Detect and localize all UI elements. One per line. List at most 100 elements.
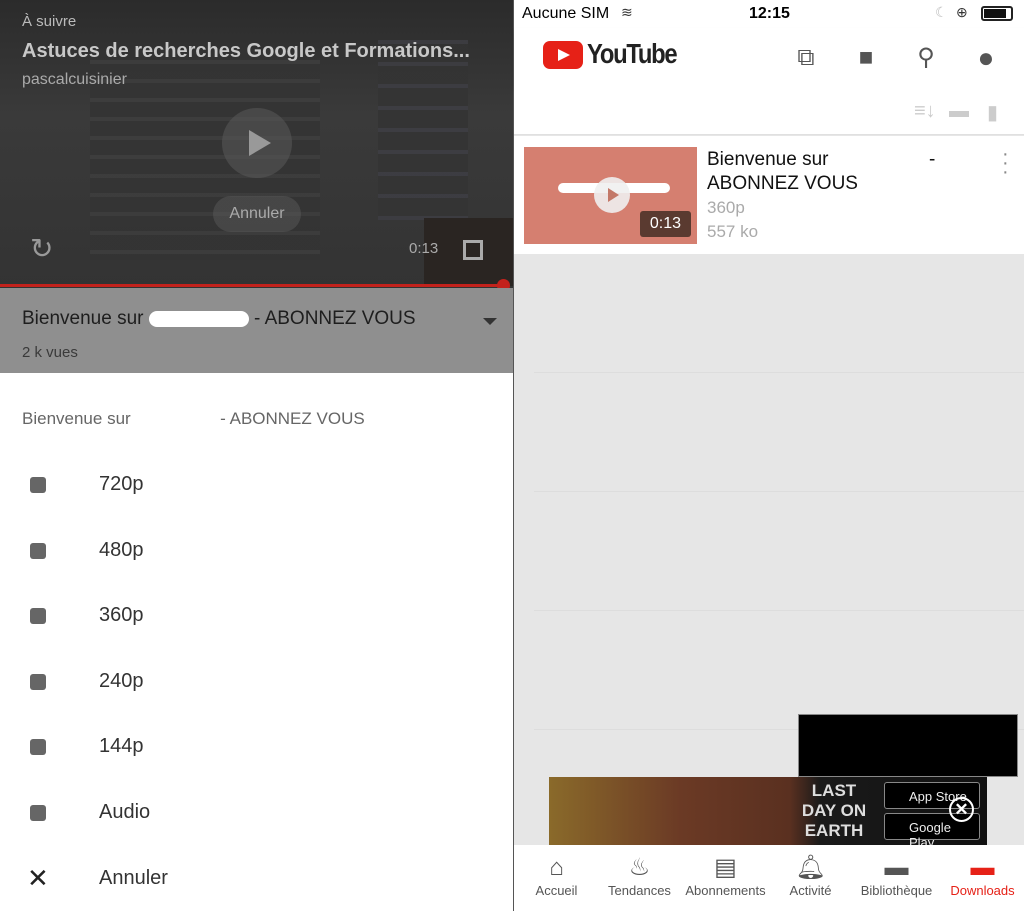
option-audio[interactable]: Audio	[0, 787, 513, 837]
download-quality-sheet: Bienvenue sur - ABONNEZ VOUS 720p 480p 3…	[0, 373, 513, 911]
downloads-toolbar: ≡↓ ▬ ▮	[514, 88, 1024, 135]
video-title-suffix: - ABONNEZ VOUS	[254, 308, 416, 329]
up-next-label: À suivre	[22, 13, 77, 30]
video-player[interactable]: À suivre Astuces de recherches Google et…	[0, 0, 513, 288]
flame-icon: ♨	[628, 854, 651, 881]
wifi-icon: ≋	[621, 4, 633, 20]
chevron-down-icon[interactable]	[483, 318, 497, 325]
option-label: 360p	[99, 604, 144, 626]
cancel-label: Annuler	[99, 867, 168, 889]
up-next-title[interactable]: Astuces de recherches Google et Formatio…	[22, 40, 470, 63]
option-240p[interactable]: 240p	[0, 656, 513, 706]
youtube-logo-text: YouTube	[587, 38, 678, 69]
subscriptions-icon: ▤	[714, 854, 737, 881]
video-info: Bienvenue sur - ABONNEZ VOUS 2 k vues	[0, 288, 513, 373]
video-player-panel: À suivre Astuces de recherches Google et…	[0, 0, 513, 911]
option-480p[interactable]: 480p	[0, 525, 513, 575]
bullet-icon	[30, 805, 46, 821]
more-vert-icon[interactable]: · · ·	[1002, 144, 1012, 182]
replay-icon[interactable]: ↻	[30, 232, 53, 265]
sheet-title: Bienvenue sur - ABONNEZ VOUS	[22, 409, 365, 429]
download-item[interactable]: 0:13 Bienvenue sur - ABONNEZ VOUS 360p 5…	[514, 136, 1024, 254]
status-bar: Aucune SIM ≋ 12:15 ☾ ⊕	[514, 0, 1024, 28]
moon-icon: ☾	[935, 4, 948, 20]
up-next-channel: pascalcuisinier	[22, 71, 127, 88]
clock: 12:15	[749, 5, 790, 22]
progress-bar[interactable]	[0, 284, 508, 287]
sheet-title-suffix: - ABONNEZ VOUS	[220, 409, 365, 428]
rotation-lock-icon: ⊕	[956, 4, 968, 20]
redaction	[135, 413, 216, 427]
battery-icon	[981, 6, 1013, 21]
nav-label: Activité	[789, 883, 832, 898]
video-frame-side	[378, 40, 468, 220]
bullet-icon	[30, 543, 46, 559]
video-camera-icon[interactable]: ■	[852, 44, 880, 72]
progress-handle[interactable]	[497, 279, 510, 288]
fullscreen-icon[interactable]	[463, 240, 483, 260]
nav-label: Tendances	[608, 883, 671, 898]
nav-activite[interactable]: 🔔︎ Activité	[768, 853, 853, 898]
bullet-icon	[30, 674, 46, 690]
nav-downloads[interactable]: ▬ Downloads	[940, 853, 1024, 898]
video-title-prefix: Bienvenue sur	[22, 308, 144, 329]
nav-bibliotheque[interactable]: ▬ Bibliothèque	[854, 853, 939, 898]
bullet-icon	[30, 477, 46, 493]
nav-label: Accueil	[535, 883, 578, 898]
nav-accueil[interactable]: ⌂ Accueil	[514, 853, 599, 898]
option-720p[interactable]: 720p	[0, 459, 513, 509]
app-header: YouTube ⧉ ■ ⚲ ●	[514, 28, 1024, 88]
item-quality: 360p	[707, 198, 745, 217]
cancel-button[interactable]: ✕ Annuler	[0, 853, 513, 903]
cast-queue-icon[interactable]: ⧉	[792, 44, 820, 72]
home-icon: ⌂	[549, 854, 564, 881]
bullet-icon	[30, 739, 46, 755]
option-144p[interactable]: 144p	[0, 721, 513, 771]
play-icon[interactable]	[222, 108, 292, 178]
option-label: 144p	[99, 735, 144, 757]
bottom-nav: ⌂ Accueil ♨ Tendances ▤ Abonnements 🔔︎ Activ…	[514, 845, 1024, 911]
search-icon[interactable]: ⚲	[912, 44, 940, 72]
sort-icon[interactable]: ≡↓	[914, 100, 936, 123]
duration-badge: 0:13	[639, 211, 691, 237]
option-360p[interactable]: 360p	[0, 590, 513, 640]
nav-tendances[interactable]: ♨ Tendances	[597, 853, 682, 898]
item-size: 557 ko	[707, 222, 759, 241]
item-title: Bienvenue sur - ABONNEZ VOUS	[707, 148, 977, 196]
view-count: 2 k vues	[22, 344, 78, 361]
video-title[interactable]: Bienvenue sur - ABONNEZ VOUS	[22, 308, 416, 330]
option-label: Audio	[99, 801, 151, 823]
account-icon[interactable]: ●	[972, 44, 1000, 72]
nav-label: Downloads	[950, 883, 1015, 898]
cancel-autoplay-button[interactable]: Annuler	[213, 196, 301, 232]
video-time: 0:13	[409, 240, 439, 257]
bullet-icon	[30, 608, 46, 624]
youtube-logo-icon[interactable]	[543, 41, 583, 69]
redacted-overlay	[798, 714, 1018, 777]
close-icon: ✕	[27, 863, 49, 893]
ad-brand: LAST DAY ON EARTH	[801, 781, 867, 840]
trash-icon[interactable]: ▮	[987, 100, 998, 125]
downloads-panel: Aucune SIM ≋ 12:15 ☾ ⊕ YouTube ⧉ ■ ⚲ ● ≡…	[513, 0, 1024, 911]
option-label: 480p	[99, 539, 144, 561]
bell-icon: 🔔︎	[795, 854, 826, 881]
nav-label: Abonnements	[685, 883, 766, 898]
nav-abonnements[interactable]: ▤ Abonnements	[683, 853, 768, 898]
ad-banner[interactable]: LAST DAY ON EARTH App Store Google Play …	[549, 777, 987, 850]
divider	[534, 491, 1024, 492]
redaction	[148, 310, 249, 327]
carrier: Aucune SIM	[522, 5, 610, 22]
divider	[534, 610, 1024, 611]
folder-icon[interactable]: ▬	[949, 100, 969, 123]
nav-label: Bibliothèque	[860, 883, 933, 898]
folder-icon: ▬	[884, 854, 909, 881]
folder-icon: ▬	[970, 854, 995, 881]
item-title-prefix: Bienvenue sur	[707, 149, 829, 170]
divider	[534, 372, 1024, 373]
close-ad-icon[interactable]: ✕	[949, 797, 974, 822]
sheet-title-prefix: Bienvenue sur	[22, 409, 131, 428]
option-label: 240p	[99, 670, 144, 692]
option-label: 720p	[99, 473, 144, 495]
play-icon	[594, 177, 630, 213]
video-thumbnail[interactable]: 0:13	[524, 147, 697, 244]
